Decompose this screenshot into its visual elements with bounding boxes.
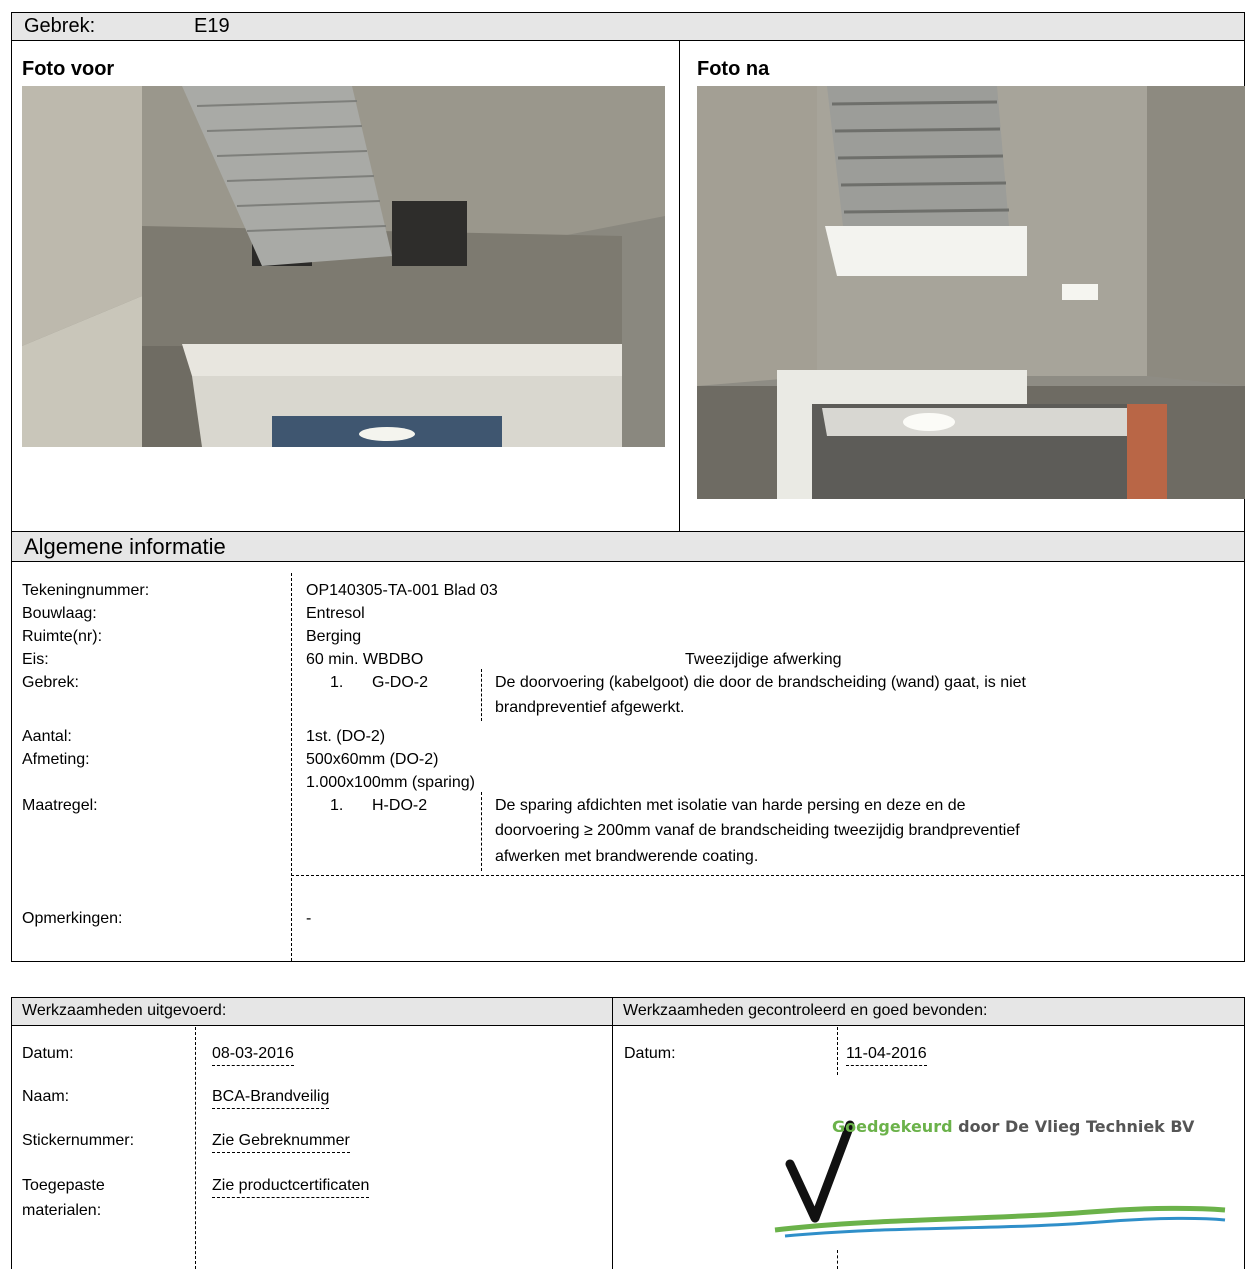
work-checked-title: Werkzaamheden gecontroleerd en goed bevo… [623, 1002, 988, 1019]
approval-word-2: door De Vlieg Techniek BV [958, 1117, 1195, 1136]
gebrek-number: 1. [330, 674, 344, 691]
work-checked-header: Werkzaamheden gecontroleerd en goed bevo… [613, 998, 1244, 1026]
eis-extra: Tweezijdige afwerking [685, 651, 842, 668]
photo-after [697, 86, 1245, 499]
gebrek-text-line1: De doorvoering (kabelgoot) die door de b… [495, 674, 1026, 691]
work-executed-header: Werkzaamheden uitgevoerd: [12, 998, 612, 1026]
work-executed-title: Werkzaamheden uitgevoerd: [22, 1002, 227, 1019]
datum-value: 08-03-2016 [212, 1043, 294, 1066]
bouwlaag-label: Bouwlaag: [22, 605, 97, 622]
approval-stamp-graphic [774, 1120, 1226, 1238]
maatregel-code: H-DO-2 [372, 797, 428, 814]
work-label-divider [195, 1027, 196, 1269]
photo-divider [679, 41, 680, 531]
check-bottom-divider [837, 1250, 838, 1269]
info-label-divider [291, 573, 292, 961]
afmeting-value-1: 500x60mm (DO-2) [306, 751, 439, 768]
sticker-label: Stickernummer: [22, 1132, 135, 1149]
eis-label: Eis: [22, 651, 49, 668]
general-info-header: Algemene informatie [12, 532, 1244, 562]
aantal-value: 1st. (DO-2) [306, 728, 386, 745]
opmerkingen-top-line [291, 875, 1244, 876]
maatregel-text-line2: doorvoering ≥ 200mm vanaf de brandscheid… [495, 822, 1020, 839]
gebrek-code: G-DO-2 [372, 674, 428, 691]
work-column-divider [612, 998, 613, 1269]
materialen-label-2: materialen: [22, 1202, 102, 1219]
gebrek-text-line2: brandpreventief afgewerkt. [495, 699, 685, 716]
ruimte-label: Ruimte(nr): [22, 628, 103, 645]
naam-value: BCA-Brandveilig [212, 1086, 330, 1109]
naam-label: Naam: [22, 1088, 70, 1105]
opmerkingen-value: - [306, 910, 312, 927]
maatregel-divider [481, 792, 482, 871]
approval-word-1: Goedgekeurd [832, 1117, 953, 1136]
eis-value: 60 min. WBDBO [306, 651, 424, 668]
tekeningnummer-value: OP140305-TA-001 Blad 03 [306, 582, 498, 599]
approval-stamp: Goedgekeurd door De Vlieg Techniek BV [760, 1090, 1230, 1240]
materialen-label-1: Toegepaste [22, 1177, 105, 1194]
photo-after-title: Foto na [697, 58, 770, 80]
maatregel-number: 1. [330, 797, 344, 814]
photo-before [22, 86, 665, 447]
afmeting-label: Afmeting: [22, 751, 90, 768]
defect-header: Gebrek: E19 [12, 13, 1244, 41]
check-datum-label: Datum: [624, 1045, 676, 1062]
opmerkingen-label: Opmerkingen: [22, 910, 123, 927]
maatregel-text-line1: De sparing afdichten met isolatie van ha… [495, 797, 966, 814]
ruimte-value: Berging [306, 628, 362, 645]
sticker-value: Zie Gebreknummer [212, 1130, 350, 1153]
checkmark-icon [785, 1120, 855, 1223]
check-datum-divider [837, 1027, 838, 1075]
defect-code: E19 [194, 15, 230, 37]
general-info-title: Algemene informatie [24, 534, 226, 559]
bouwlaag-value: Entresol [306, 605, 365, 622]
maatregel-label: Maatregel: [22, 797, 98, 814]
gebrek-label: Gebrek: [22, 674, 79, 691]
gebrek-divider [481, 669, 482, 721]
aantal-label: Aantal: [22, 728, 72, 745]
maatregel-text-line3: afwerken met brandwerende coating. [495, 848, 759, 865]
defect-label: Gebrek: [24, 15, 96, 37]
check-datum-value: 11-04-2016 [846, 1043, 927, 1066]
tekeningnummer-label: Tekeningnummer: [22, 582, 150, 599]
datum-label: Datum: [22, 1045, 74, 1062]
approval-text: Goedgekeurd door De Vlieg Techniek BV [832, 1117, 1194, 1136]
materialen-value: Zie productcertificaten [212, 1175, 370, 1198]
photo-before-title: Foto voor [22, 58, 115, 80]
afmeting-value-2: 1.000x100mm (sparing) [306, 774, 475, 791]
